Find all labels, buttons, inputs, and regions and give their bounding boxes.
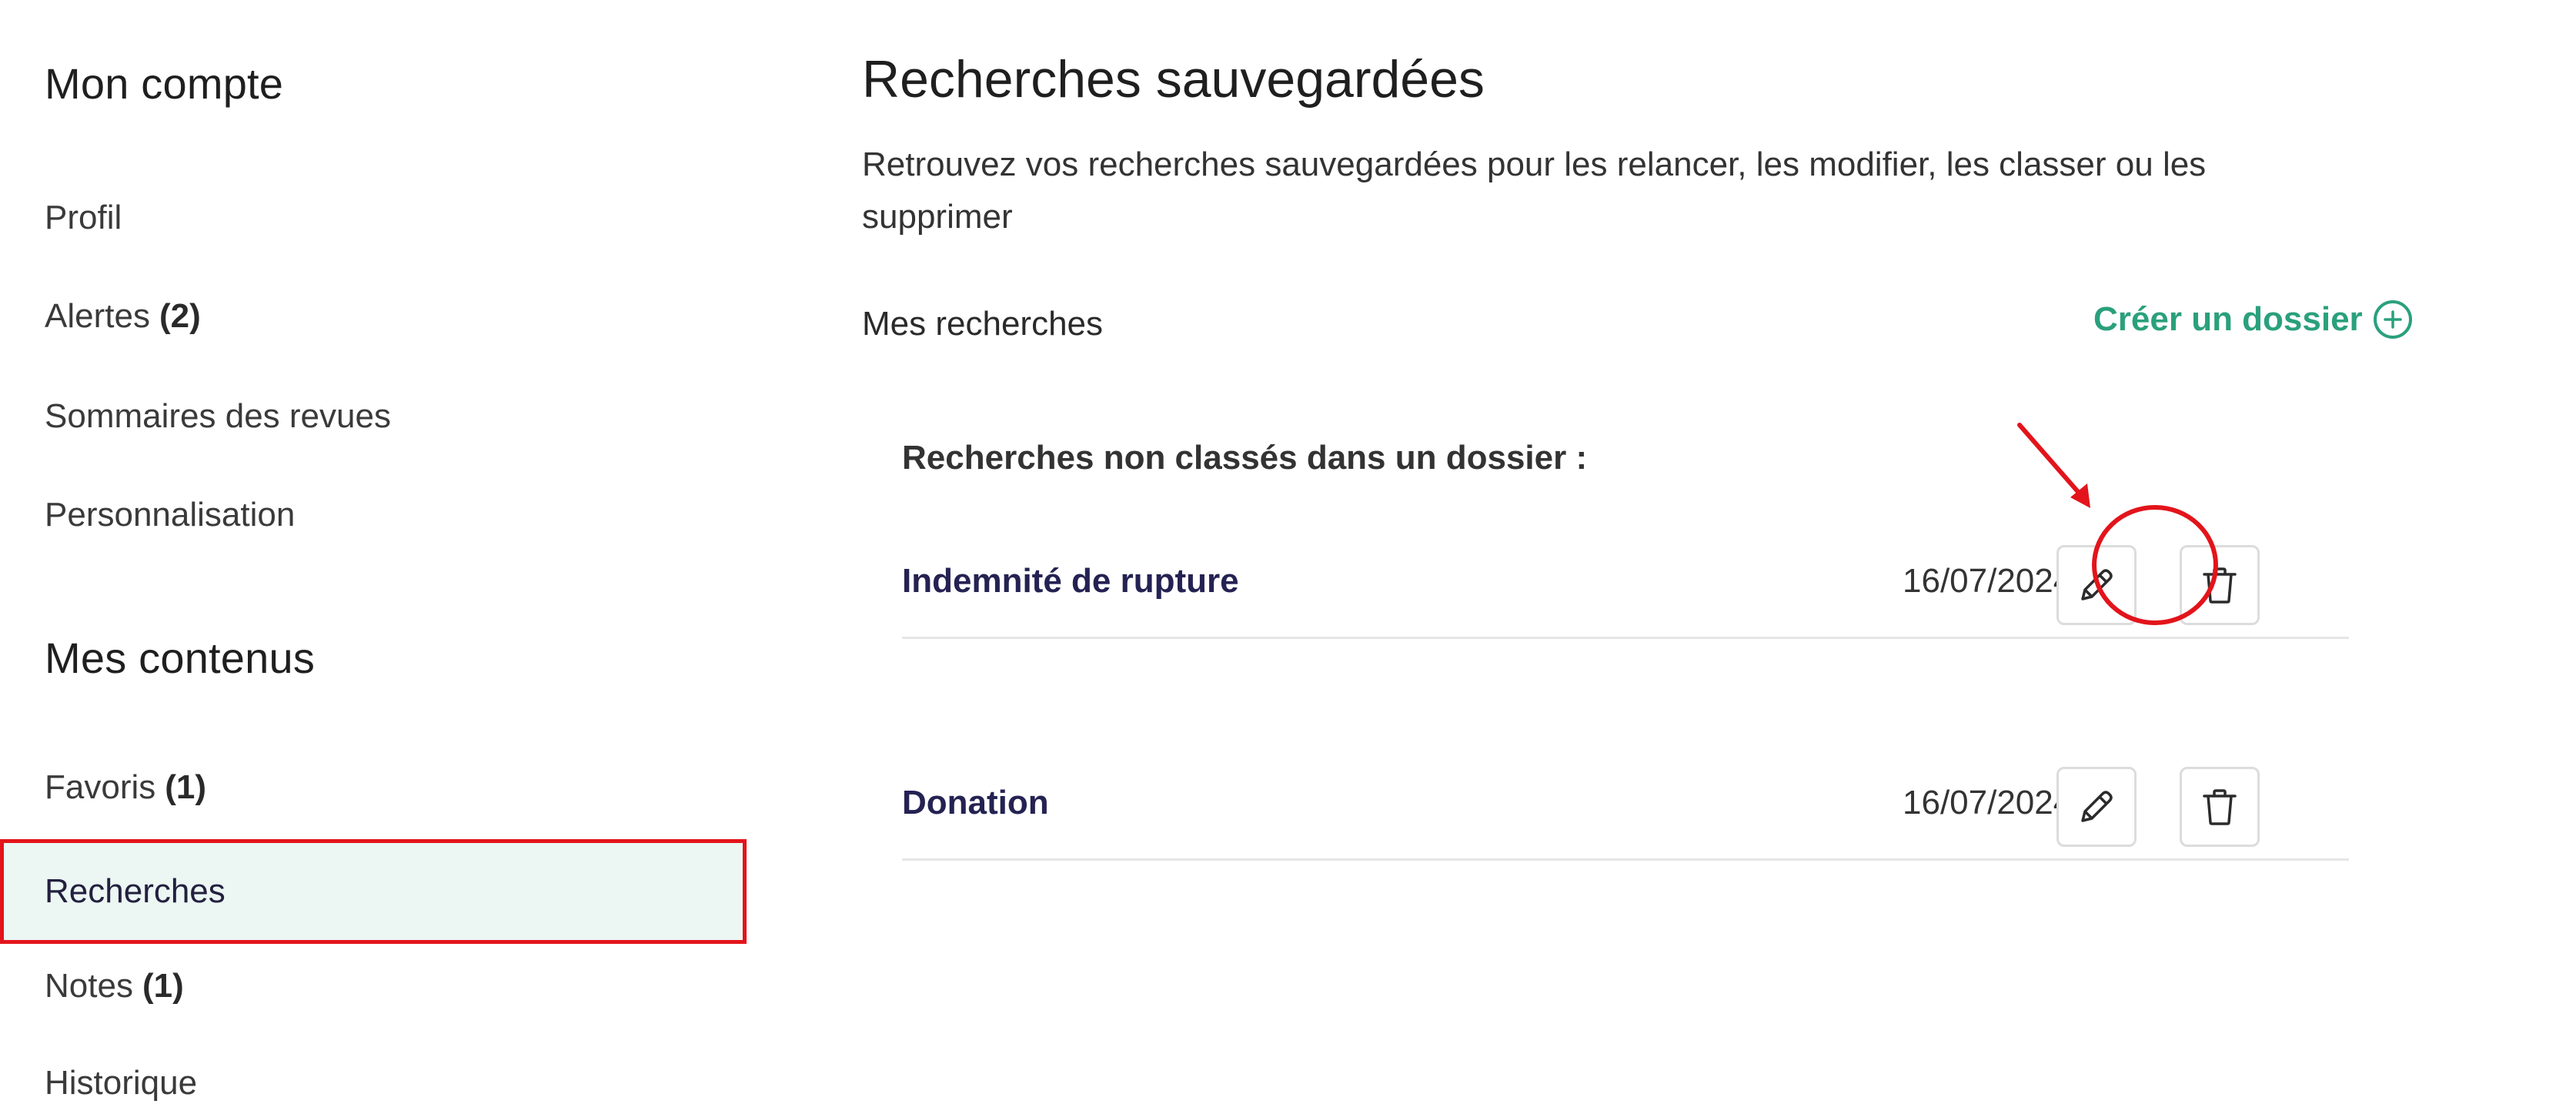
my-searches-heading: Mes recherches: [862, 305, 1104, 343]
sidebar-item-personnalisation[interactable]: Personnalisation: [0, 465, 747, 565]
page-title: Recherches sauvegardées: [862, 50, 1485, 109]
trash-icon: [2203, 789, 2237, 825]
annotation-arrow: [2017, 423, 2090, 508]
sidebar-item-label: Profil: [45, 199, 122, 236]
create-folder-label: Créer un dossier: [2093, 300, 2363, 338]
sidebar-item-label: Notes: [45, 967, 133, 1005]
sidebar-item-profil[interactable]: Profil: [0, 168, 747, 268]
content-section-title: Mes contenus: [45, 634, 316, 682]
sidebar-item-sommaires[interactable]: Sommaires des revues: [0, 366, 747, 467]
edit-search-button[interactable]: [2056, 767, 2137, 847]
account-sidebar: Mon compte Profil Alertes (2) Sommaires …: [0, 0, 754, 1114]
sidebar-item-alertes[interactable]: Alertes (2): [0, 266, 747, 366]
sidebar-item-favoris[interactable]: Favoris (1): [0, 738, 747, 838]
saved-search-date: 16/07/2024: [1903, 784, 2073, 821]
sidebar-item-label: Personnalisation: [45, 496, 296, 534]
sidebar-item-recherches[interactable]: Recherches: [0, 839, 747, 944]
saved-searches-panel: Recherches sauvegardées Retrouvez vos re…: [862, 0, 2555, 1114]
create-folder-button[interactable]: Créer un dossier: [2093, 300, 2412, 339]
annotation-circle: [2092, 505, 2218, 625]
unfiled-searches-label: Recherches non classés dans un dossier :: [902, 439, 1588, 477]
saved-search-date: 16/07/2024: [1903, 562, 2073, 600]
sidebar-item-label: Sommaires des revues: [45, 397, 391, 435]
sidebar-item-label: Recherches: [45, 872, 226, 910]
account-section-title: Mon compte: [45, 59, 284, 108]
page-description: Retrouvez vos recherches sauvegardées po…: [862, 146, 2207, 236]
saved-search-row: Donation 16/07/2024: [902, 745, 2349, 861]
sidebar-item-count: (1): [142, 967, 184, 1005]
plus-circle-icon: [2373, 300, 2412, 339]
sidebar-item-notes[interactable]: Notes (1): [0, 936, 747, 1036]
delete-search-button[interactable]: [2180, 767, 2260, 847]
sidebar-item-count: (2): [159, 297, 201, 335]
saved-search-name[interactable]: Indemnité de rupture: [902, 562, 1239, 600]
sidebar-item-label: Historique: [45, 1064, 198, 1102]
pencil-icon: [2081, 791, 2113, 822]
sidebar-item-label: Favoris: [45, 768, 156, 806]
sidebar-item-count: (1): [165, 768, 207, 806]
saved-search-name[interactable]: Donation: [902, 784, 1049, 822]
sidebar-item-label: Alertes: [45, 297, 150, 335]
sidebar-item-historique[interactable]: Historique: [0, 1033, 747, 1114]
